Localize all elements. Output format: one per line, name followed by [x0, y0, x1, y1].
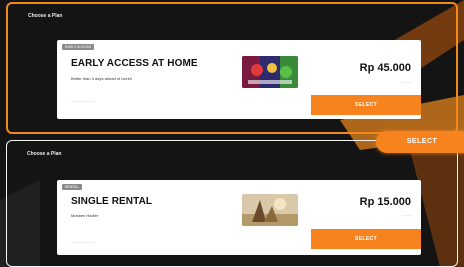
plan-price: Rp 15.000	[359, 196, 411, 208]
movie-thumbnail-image	[242, 56, 298, 88]
plan-card-early-access[interactable]: EARLY ACCESS EARLY ACCESS AT HOME Better…	[57, 40, 421, 119]
movie-thumbnail-image	[242, 194, 298, 226]
plan-card-single-rental[interactable]: RENTAL SINGLE RENTAL Morwen Hadler —————…	[57, 180, 421, 255]
panel-header: Choose a Plan	[28, 13, 63, 19]
plan-subtext: ————————	[71, 240, 95, 244]
plan-tag: RENTAL	[62, 184, 82, 190]
plan-tag: EARLY ACCESS	[62, 44, 95, 50]
plan-description: Morwen Hadler	[71, 213, 99, 218]
plan-subtext: ————————	[71, 99, 95, 103]
plan-name: EARLY ACCESS AT HOME	[71, 58, 198, 69]
select-plan-button[interactable]: SELECT	[311, 95, 421, 115]
plan-price: Rp 45.000	[359, 62, 411, 74]
plan-name: SINGLE RENTAL	[71, 196, 153, 207]
price-note: ———	[402, 80, 411, 84]
price-note: ———	[402, 213, 411, 217]
plan-description: Better than 4 days ahead of Unreli	[71, 76, 132, 81]
side-select-button[interactable]: SELECT	[376, 131, 464, 153]
select-plan-button[interactable]: SELECT	[311, 229, 421, 249]
panel-header: Choose a Plan	[27, 151, 62, 157]
